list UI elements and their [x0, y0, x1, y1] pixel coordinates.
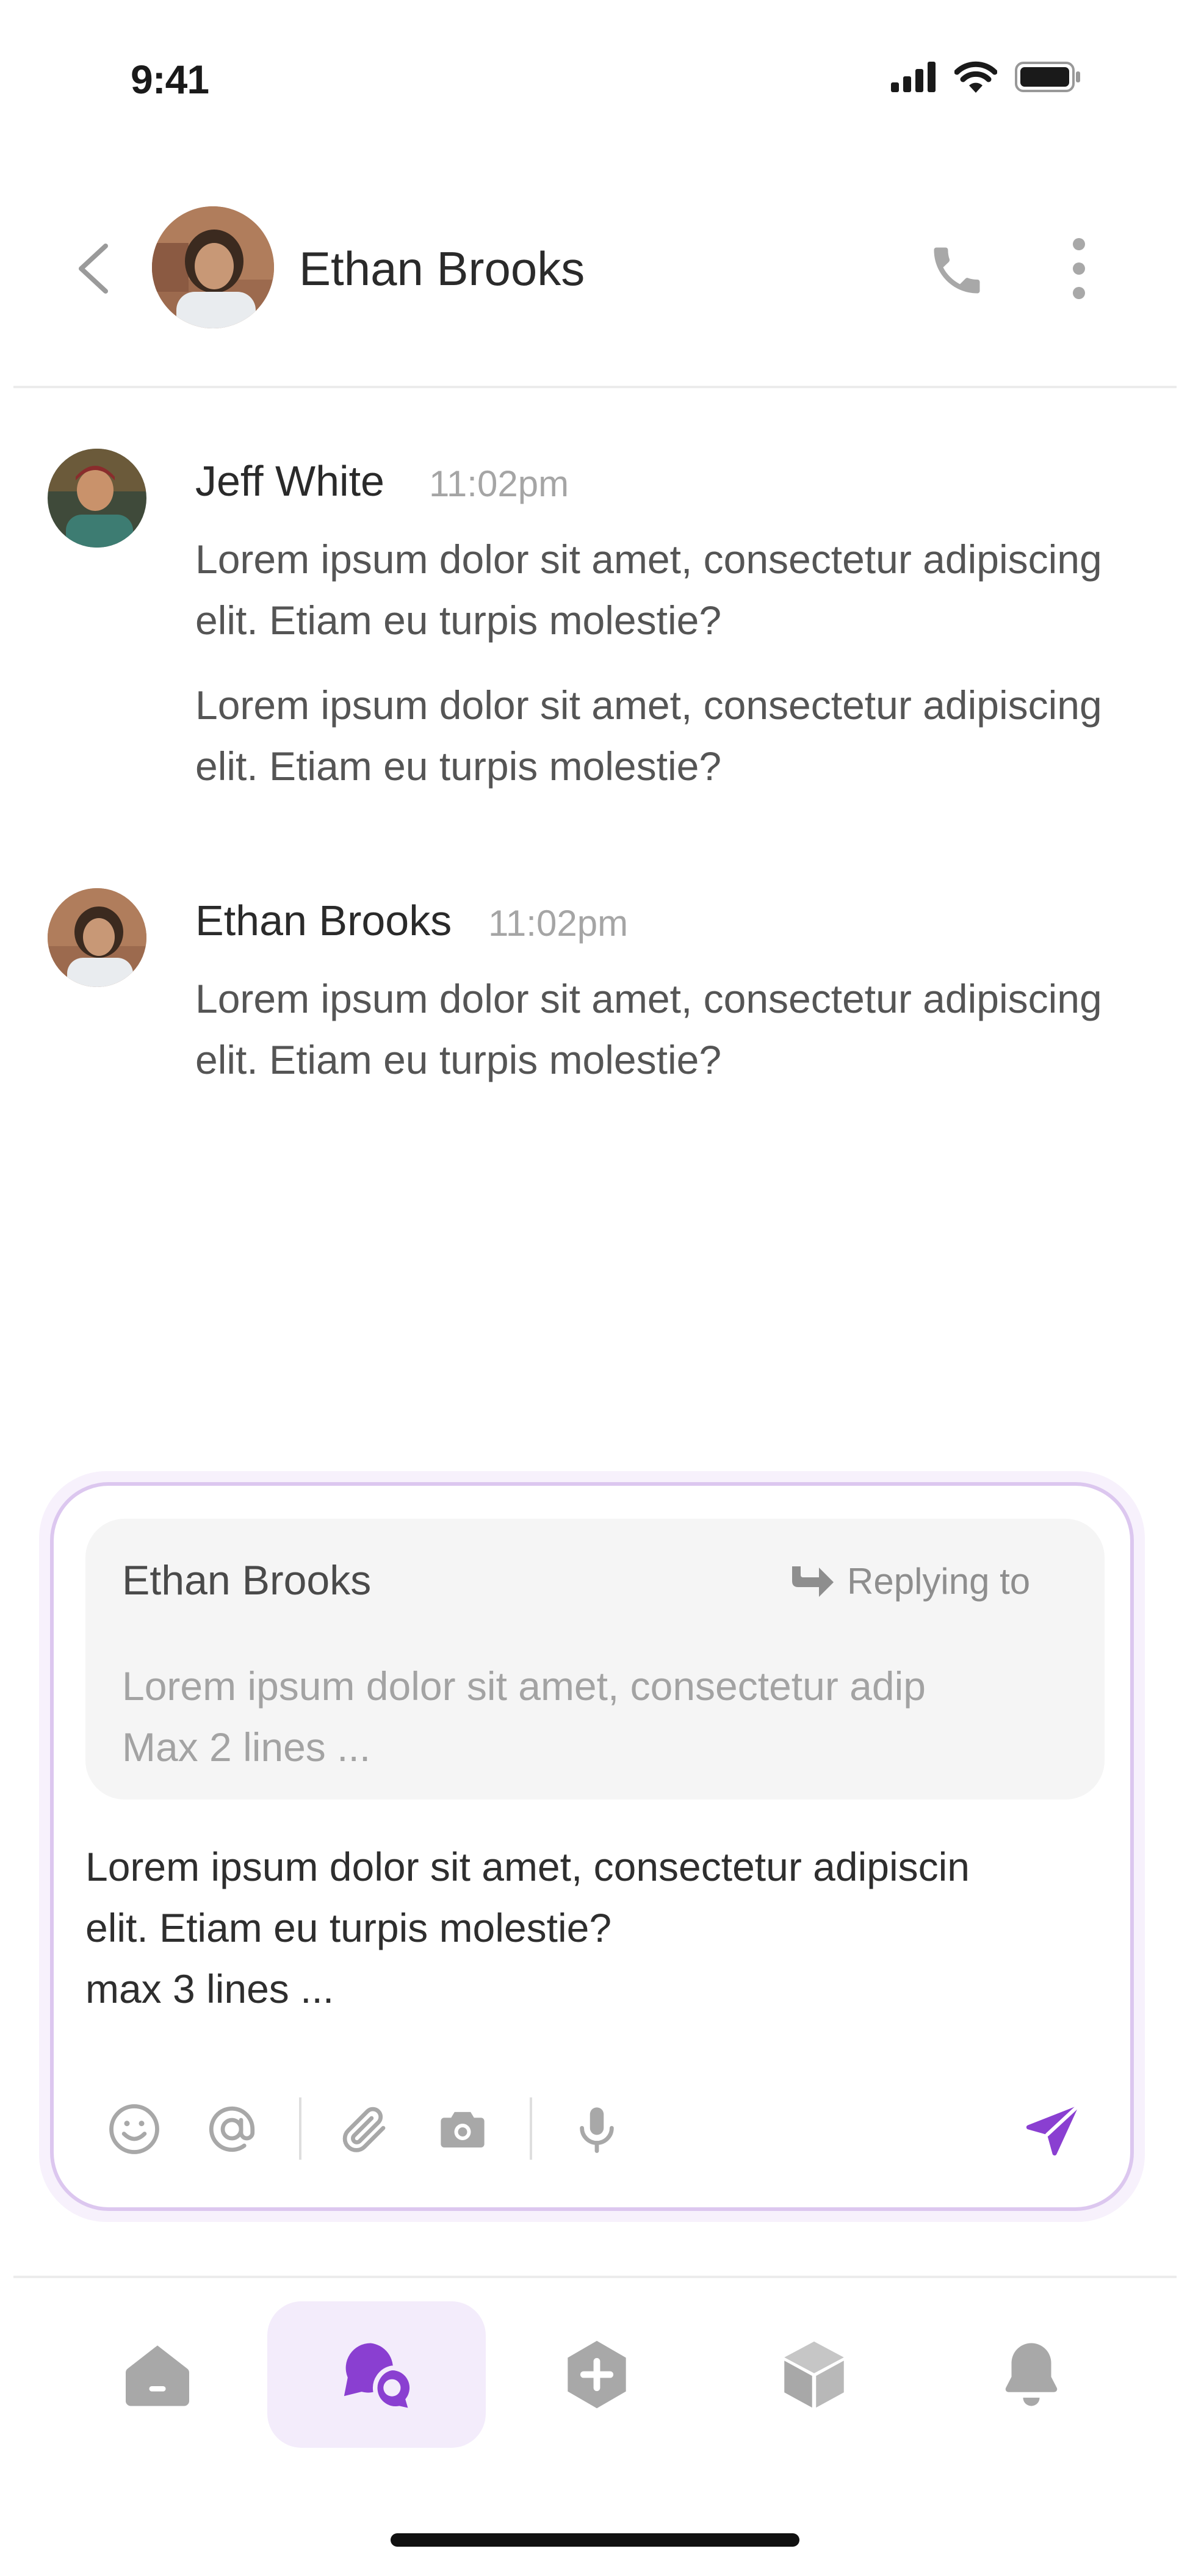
chat-title: Ethan Brooks	[299, 242, 585, 295]
message-text: Lorem ipsum dolor sit amet, consectetur …	[195, 682, 1102, 789]
signal-icon	[891, 62, 936, 92]
back-arrow-icon[interactable]	[72, 241, 115, 296]
voice-button[interactable]	[568, 2100, 626, 2158]
nav-notifications[interactable]	[989, 2332, 1074, 2417]
mention-button[interactable]	[203, 2100, 261, 2158]
reply-author: Ethan Brooks	[122, 1557, 372, 1604]
emoji-icon	[109, 2104, 159, 2154]
chat-icon	[344, 2343, 415, 2414]
message-avatar-ethan[interactable]	[48, 888, 146, 987]
home-indicator	[391, 2533, 799, 2547]
input-line: max 3 lines ...	[85, 1966, 334, 2011]
input-line: Lorem ipsum dolor sit amet, consectetur …	[85, 1844, 970, 1889]
wifi-icon	[954, 61, 997, 93]
reply-arrow-icon	[792, 1566, 834, 1597]
more-options-icon[interactable]	[1061, 238, 1097, 299]
status-icons	[891, 61, 1081, 93]
avatar-photo-icon	[48, 888, 146, 987]
camera-button[interactable]	[433, 2100, 492, 2158]
header-divider	[13, 386, 1177, 388]
status-time: 9:41	[131, 57, 209, 102]
nav-add[interactable]	[554, 2332, 640, 2417]
message-author: Ethan Brooks	[195, 897, 452, 944]
mention-icon	[209, 2106, 255, 2152]
emoji-button[interactable]	[105, 2100, 164, 2158]
phone-icon[interactable]	[926, 240, 987, 301]
message-avatar-jeff[interactable]	[48, 449, 146, 548]
battery-icon	[1015, 62, 1080, 92]
avatar-photo-icon	[152, 206, 274, 328]
message-author: Jeff White	[195, 457, 384, 505]
attach-button[interactable]	[336, 2100, 394, 2158]
camera-icon	[441, 2111, 485, 2147]
box-icon	[784, 2341, 844, 2408]
message-text: Lorem ipsum dolor sit amet, consectetur …	[195, 976, 1102, 1082]
paperclip-icon	[342, 2107, 386, 2152]
nav-home[interactable]	[115, 2332, 200, 2417]
contact-avatar[interactable]	[152, 206, 274, 328]
add-icon	[568, 2340, 626, 2409]
reply-text: Lorem ipsum dolor sit amet, consectetur …	[122, 1655, 1074, 1778]
nav-box[interactable]	[771, 2332, 857, 2417]
send-button[interactable]	[1019, 2097, 1086, 2165]
nav-divider	[13, 2276, 1177, 2278]
bell-icon	[1005, 2343, 1058, 2406]
message-text: Lorem ipsum dolor sit amet, consectetur …	[195, 537, 1102, 643]
send-icon	[1026, 2103, 1081, 2156]
toolbar-separator	[530, 2097, 532, 2160]
toolbar-separator	[299, 2097, 301, 2160]
home-icon	[126, 2345, 189, 2406]
replying-to-label: Replying to	[847, 1561, 1031, 1602]
nav-chat[interactable]	[334, 2332, 420, 2417]
message-time: 11:02pm	[429, 463, 569, 504]
avatar-photo-icon	[48, 449, 146, 548]
message-time: 11:02pm	[488, 903, 629, 944]
reply-text-line: Lorem ipsum dolor sit amet, consectetur …	[122, 1663, 926, 1709]
microphone-icon	[580, 2107, 614, 2153]
reply-text-line: Max 2 lines ...	[122, 1724, 371, 1770]
message-input[interactable]: Lorem ipsum dolor sit amet, consectetur …	[85, 1836, 1123, 2019]
input-line: elit. Etiam eu turpis molestie?	[85, 1905, 612, 1950]
